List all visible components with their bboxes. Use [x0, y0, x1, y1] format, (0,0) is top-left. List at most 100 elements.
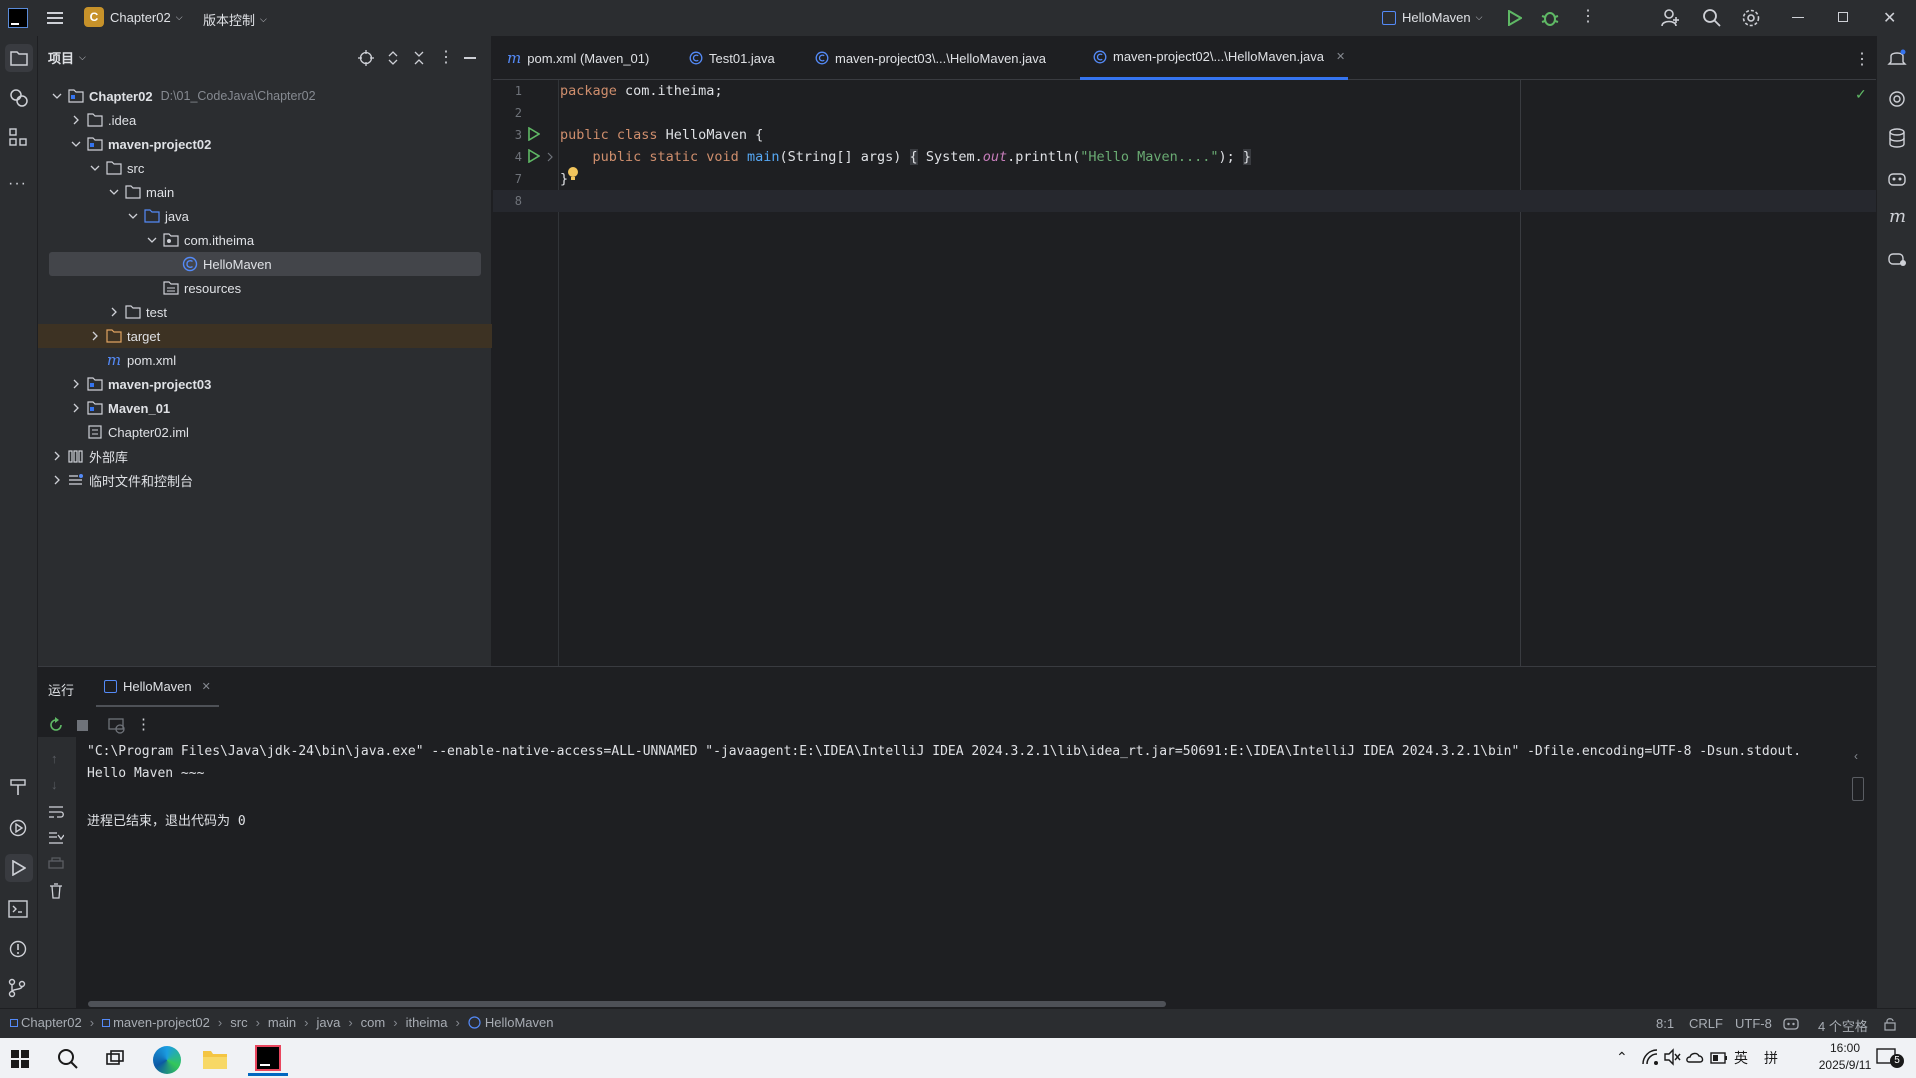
run-gutter-icon[interactable]: [528, 149, 540, 163]
run-tab-hellomaven[interactable]: HelloMaven ✕: [96, 667, 219, 707]
breadcrumb-item[interactable]: main: [268, 1015, 296, 1030]
minimize-icon[interactable]: [1792, 17, 1804, 18]
build-hammer-icon[interactable]: [9, 778, 27, 796]
breadcrumb-item[interactable]: HelloMaven: [468, 1015, 553, 1030]
terminal-icon[interactable]: [8, 900, 28, 918]
tree-item-src[interactable]: src: [38, 156, 492, 180]
ime-mode[interactable]: 拼: [1764, 1048, 1778, 1068]
tree-item-scratches[interactable]: 临时文件和控制台: [38, 468, 492, 492]
add-user-icon[interactable]: [1661, 8, 1681, 28]
task-view-icon[interactable]: [106, 1050, 124, 1068]
options-icon[interactable]: ⋮: [438, 47, 454, 67]
attach-debugger-icon[interactable]: [108, 718, 126, 734]
close-tab-icon[interactable]: ✕: [202, 680, 211, 693]
battery-icon[interactable]: [1710, 1052, 1728, 1064]
project-tool-icon[interactable]: [5, 44, 33, 72]
breadcrumb-item[interactable]: itheima: [406, 1015, 448, 1030]
rerun-icon[interactable]: [48, 717, 64, 733]
line-separator[interactable]: CRLF: [1689, 1016, 1723, 1031]
soft-wrap-icon[interactable]: [48, 805, 64, 819]
services-icon[interactable]: [8, 818, 28, 838]
close-icon[interactable]: ✕: [1883, 8, 1896, 28]
breadcrumb-item[interactable]: Chapter02: [10, 1015, 82, 1030]
tree-item-external-libraries[interactable]: 外部库: [38, 444, 492, 468]
problems-icon[interactable]: [8, 939, 28, 959]
expand-all-icon[interactable]: [386, 50, 400, 66]
project-panel-header[interactable]: 项目 ⌵: [48, 48, 86, 67]
tree-item-target[interactable]: target: [38, 324, 492, 348]
run-config-selector[interactable]: HelloMaven ⌵: [1382, 10, 1482, 25]
tree-item-chapter02[interactable]: Chapter02 D:\01_CodeJava\Chapter02: [38, 84, 492, 108]
tree-item-maven-project03[interactable]: maven-project03: [38, 372, 492, 396]
search-icon[interactable]: [1702, 8, 1722, 28]
tree-item-java[interactable]: java: [38, 204, 492, 228]
more-icon[interactable]: ⋮: [1580, 9, 1596, 25]
network-icon[interactable]: [1641, 1048, 1659, 1066]
breadcrumb-item[interactable]: maven-project02: [102, 1015, 210, 1030]
git-icon[interactable]: [8, 978, 26, 998]
run-tool-icon[interactable]: [5, 854, 33, 882]
tree-item-hellomaven[interactable]: HelloMaven: [49, 252, 481, 276]
tree-item-resources[interactable]: resources: [38, 276, 492, 300]
windows-start-icon[interactable]: [11, 1050, 29, 1068]
structure-icon[interactable]: [9, 128, 27, 146]
volume-muted-icon[interactable]: [1663, 1048, 1681, 1066]
clock-time[interactable]: 16:00: [1810, 1041, 1880, 1055]
intellij-logo-icon[interactable]: [8, 8, 28, 28]
scroll-down-icon[interactable]: ↓: [51, 777, 58, 792]
notifications-bell-icon[interactable]: [1887, 48, 1907, 68]
caret-position[interactable]: 8:1: [1656, 1016, 1674, 1031]
horizontal-scrollbar[interactable]: [88, 1001, 1166, 1007]
search-icon[interactable]: [57, 1048, 79, 1070]
main-menu-icon[interactable]: [45, 8, 65, 28]
locate-file-icon[interactable]: [358, 50, 374, 66]
debug-icon[interactable]: [1541, 9, 1559, 27]
tab-maven-project03-hellomaven[interactable]: maven-project03\...\HelloMaven.java: [815, 36, 1046, 80]
more-tools-icon[interactable]: ···: [8, 175, 27, 193]
tree-item-maven-01[interactable]: Maven_01: [38, 396, 492, 420]
ime-language[interactable]: 英: [1734, 1048, 1748, 1068]
copilot-chat-icon[interactable]: [1887, 248, 1907, 268]
tab-maven-project02-hellomaven[interactable]: maven-project02\...\HelloMaven.java ✕: [1080, 36, 1348, 80]
run-icon[interactable]: [1508, 10, 1522, 26]
settings-gear-icon[interactable]: [1741, 8, 1761, 28]
scroll-up-icon[interactable]: ↑: [51, 751, 58, 766]
intellij-taskbar-icon[interactable]: [248, 1042, 288, 1076]
breadcrumb-item[interactable]: java: [316, 1015, 340, 1030]
tab-options-icon[interactable]: ⋮: [1854, 49, 1870, 69]
lightbulb-icon[interactable]: [567, 166, 579, 182]
onedrive-icon[interactable]: [1686, 1051, 1704, 1063]
tab-test01-java[interactable]: Test01.java: [689, 36, 775, 80]
tree-item-main[interactable]: main: [38, 180, 492, 204]
clock-date[interactable]: 2025/9/11: [1810, 1058, 1880, 1072]
tree-item-chapter02-iml[interactable]: Chapter02.iml: [38, 420, 492, 444]
stop-icon[interactable]: [77, 720, 88, 731]
file-encoding[interactable]: UTF-8: [1735, 1016, 1772, 1031]
scroll-to-end-icon[interactable]: [48, 831, 64, 845]
outline-side-tab[interactable]: [1852, 777, 1864, 801]
vcs-menu[interactable]: 版本控制 ⌵: [203, 10, 267, 29]
run-gutter-icon[interactable]: [528, 127, 540, 141]
tree-item-test[interactable]: test: [38, 300, 492, 324]
collapse-panel-icon[interactable]: ‹: [1854, 749, 1858, 763]
breadcrumb-item[interactable]: src: [230, 1015, 247, 1030]
restore-icon[interactable]: [1838, 12, 1848, 22]
project-switcher[interactable]: C Chapter02 ⌵: [84, 7, 183, 27]
collapse-all-icon[interactable]: [412, 50, 426, 66]
edge-browser-icon[interactable]: [153, 1046, 181, 1074]
print-icon[interactable]: [48, 857, 64, 871]
tree-item-pom-xml[interactable]: m pom.xml: [38, 348, 492, 372]
tree-item-idea[interactable]: .idea: [38, 108, 492, 132]
hide-panel-icon[interactable]: [464, 57, 476, 59]
maven-icon[interactable]: m: [1889, 206, 1906, 227]
tree-item-com-itheima[interactable]: com.itheima: [38, 228, 492, 252]
close-tab-icon[interactable]: ✕: [1336, 50, 1345, 63]
tab-pom-xml[interactable]: m pom.xml (Maven_01): [507, 36, 649, 80]
lock-icon[interactable]: [1884, 1017, 1896, 1031]
more-icon[interactable]: ⋮: [136, 715, 151, 733]
database-icon[interactable]: [1888, 128, 1906, 148]
file-explorer-icon[interactable]: [202, 1048, 228, 1070]
show-hidden-icons[interactable]: ⌃: [1616, 1049, 1628, 1066]
tree-item-maven-project02[interactable]: maven-project02: [38, 132, 492, 156]
clear-trash-icon[interactable]: [49, 883, 63, 899]
